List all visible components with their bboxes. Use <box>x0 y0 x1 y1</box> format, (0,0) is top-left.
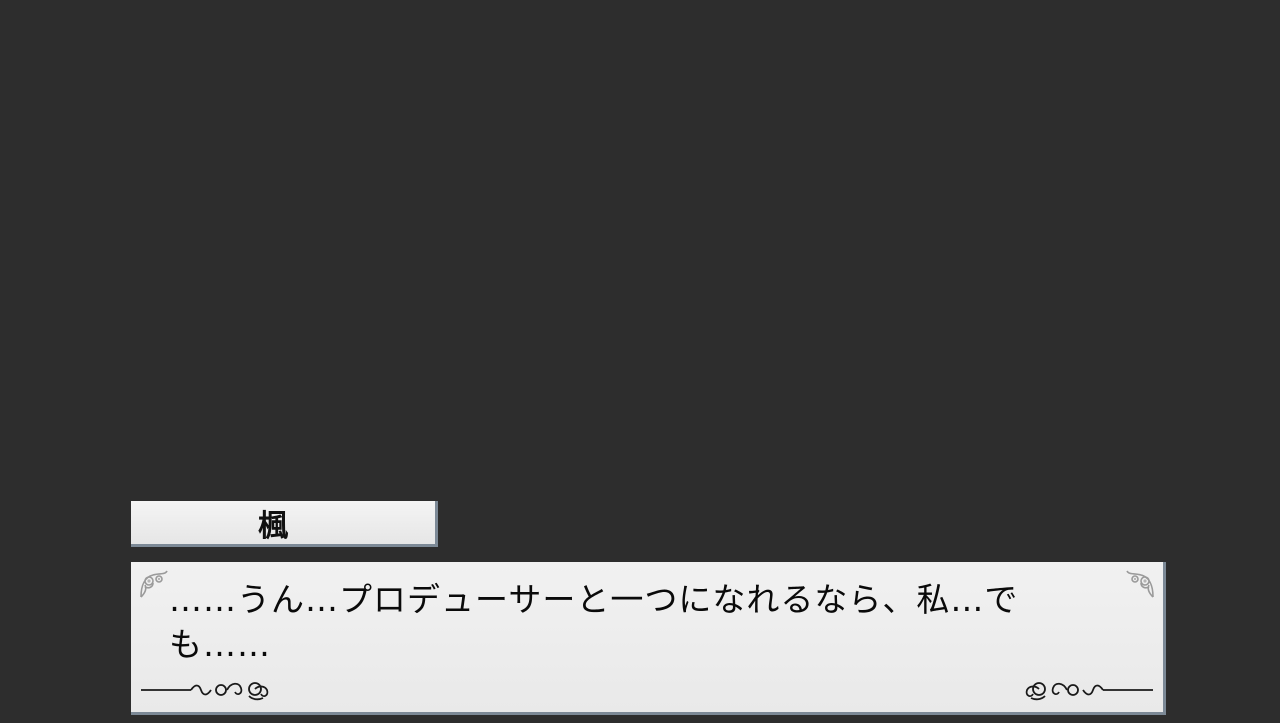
ornament-corner-icon <box>140 570 168 598</box>
speaker-name-box: 楓 <box>131 501 438 547</box>
dialogue-text: ……うん…プロデューサーと一つになれるなら、私…でも…… <box>169 580 1019 664</box>
scroll-flourish-icon <box>1025 682 1153 701</box>
ornament-corner-icon <box>1126 570 1154 598</box>
dialogue-box[interactable]: ……うん…プロデューサーと一つになれるなら、私…でも…… <box>131 562 1166 715</box>
game-scene[interactable]: 楓 ……うん…プロデューサーと一つになれるなら、私…でも…… <box>0 0 1280 723</box>
speaker-name: 楓 <box>258 508 288 544</box>
scroll-flourish-icon <box>141 682 269 701</box>
